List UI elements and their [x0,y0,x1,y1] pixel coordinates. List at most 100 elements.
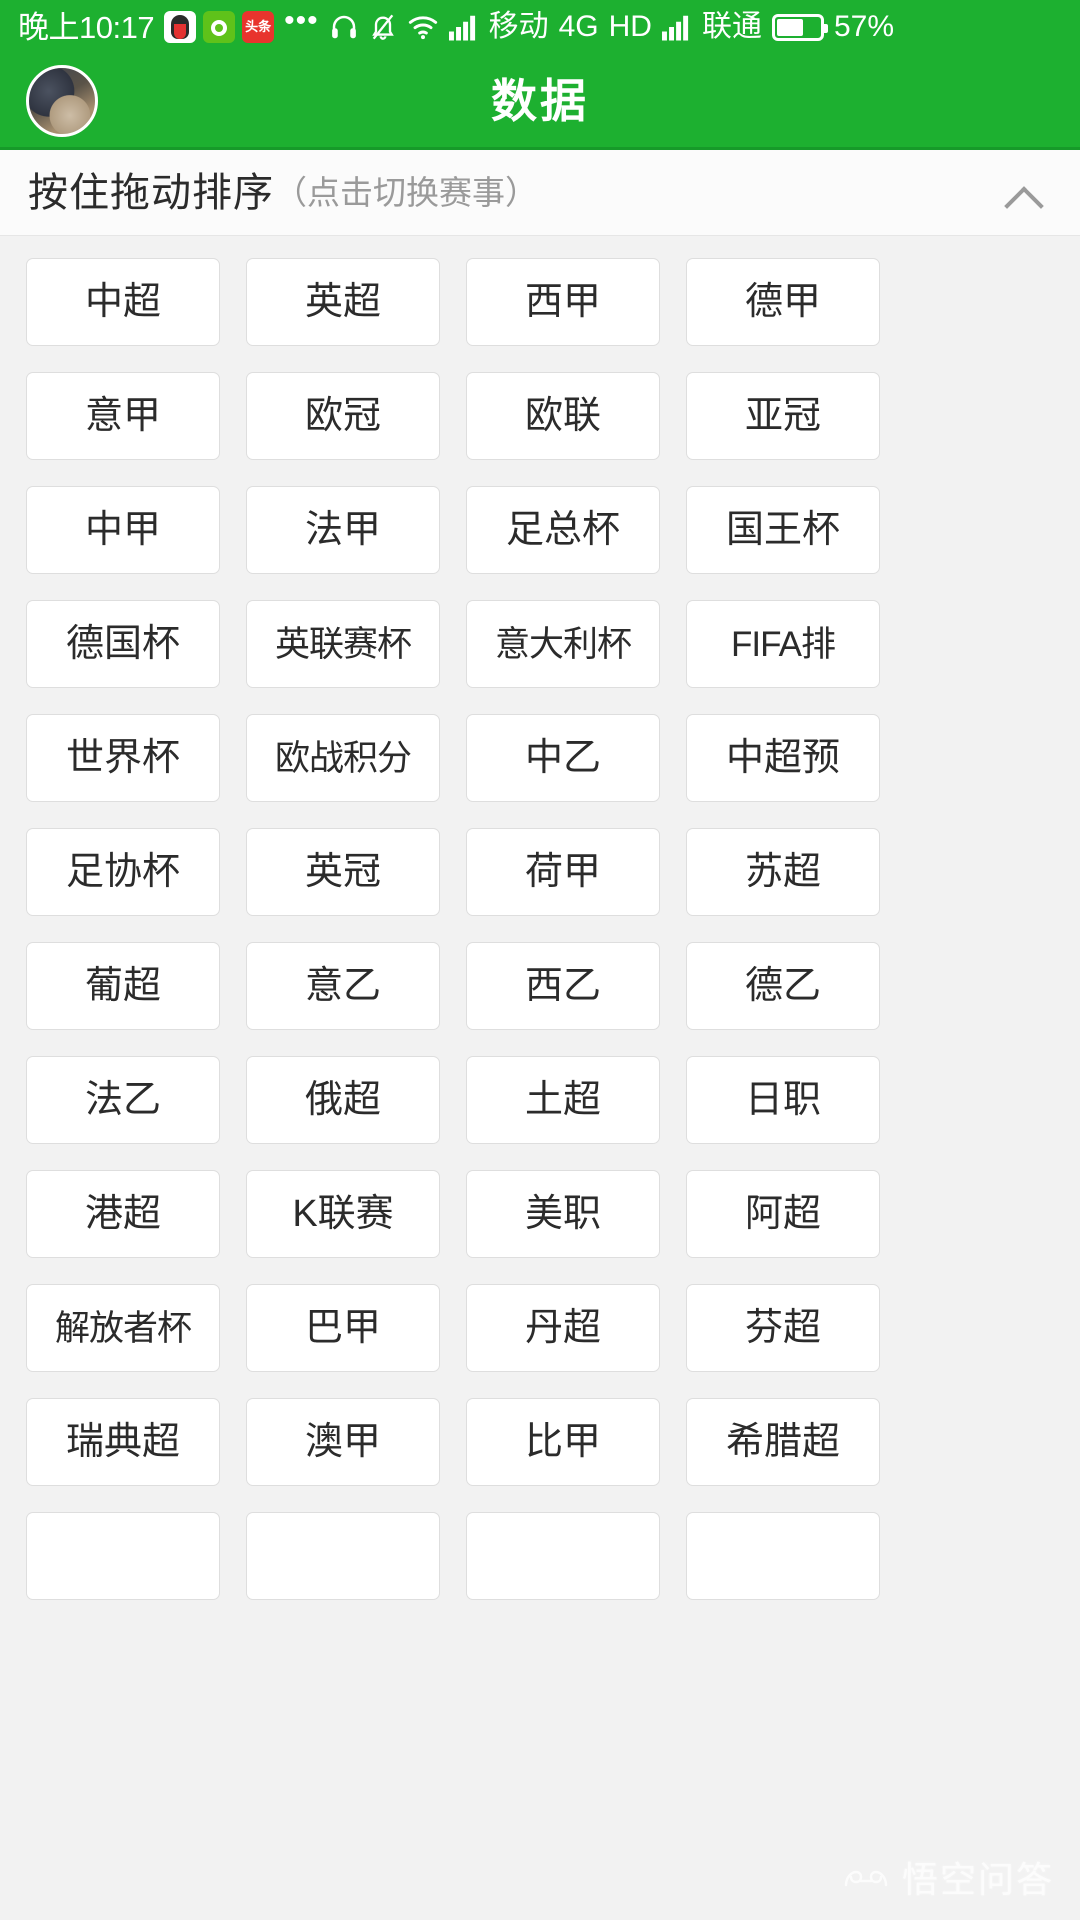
league-cell[interactable]: 土超 [466,1056,660,1144]
league-cell-label: 欧联 [524,395,601,437]
league-cell[interactable]: 中超预 [686,714,880,802]
league-cell[interactable]: 国王杯 [686,486,880,574]
league-cell[interactable]: 意大利杯 [466,600,660,688]
league-cell[interactable]: 法乙 [26,1056,220,1144]
sort-header-main-label: 按住拖动排序 [28,170,274,215]
league-cell[interactable]: 西乙 [466,942,660,1030]
league-cell[interactable]: 解放者杯 [26,1284,220,1372]
league-cell-label: 欧战积分 [274,738,412,778]
league-cell[interactable]: 荷甲 [466,828,660,916]
league-cell[interactable]: 英联赛杯 [246,600,440,688]
bell-muted-icon [369,10,397,44]
signal-bars-icon-2 [661,10,692,44]
league-cell[interactable]: FIFA排 [686,600,880,688]
sort-header[interactable]: 按住拖动排序 （点击切换赛事） [0,150,1080,236]
league-cell[interactable]: 欧联 [466,372,660,460]
league-cell-label: 中乙 [524,737,601,779]
league-cell[interactable]: 法甲 [246,486,440,574]
signal-bars-icon [448,10,479,44]
league-cell-label: 意甲 [84,395,161,437]
league-cell[interactable]: 瑞典超 [26,1398,220,1486]
league-cell[interactable]: 西甲 [466,258,660,346]
league-cell[interactable]: 意甲 [26,372,220,460]
league-cell-label: 英联赛杯 [274,624,412,664]
league-cell-label: 中超预 [725,737,840,779]
league-grid: 中超 英超 西甲 德甲意甲 欧冠 欧联 亚冠中甲 法甲 足总杯 国王杯德国杯 英联赛杯 意大利杯 FIF… [0,258,1080,1600]
league-cell-label: 西甲 [524,281,601,323]
league-cell-label: 葡超 [84,965,161,1007]
league-cell[interactable]: 澳甲 [246,1398,440,1486]
league-cell[interactable]: 德甲 [686,258,880,346]
league-cell[interactable]: 德乙 [686,942,880,1030]
league-cell-label: K联赛 [292,1193,394,1235]
battery-percent-label: 57% [833,10,895,43]
league-cell[interactable]: 巴甲 [246,1284,440,1372]
league-cell-label: 解放者杯 [54,1308,192,1348]
wechat-icon [203,11,236,43]
league-cell-label: 意乙 [304,965,381,1007]
league-cell-label: 巴甲 [304,1307,381,1349]
league-cell-label: 芬超 [744,1307,821,1349]
toutiao-icon: 头条 [242,11,275,43]
league-cell[interactable]: 足总杯 [466,486,660,574]
league-cell-label: 中甲 [84,509,161,551]
wukong-face-icon [842,1863,890,1897]
league-cell[interactable]: 中超 [26,258,220,346]
league-cell[interactable]: 英超 [246,258,440,346]
chevron-up-icon[interactable] [1004,180,1050,206]
league-cell[interactable]: K联赛 [246,1170,440,1258]
league-cell[interactable] [466,1512,660,1600]
league-cell-label: 荷甲 [524,851,601,893]
league-cell[interactable]: 亚冠 [686,372,880,460]
league-cell[interactable]: 美职 [466,1170,660,1258]
league-cell-label: 德乙 [744,965,821,1007]
league-cell[interactable] [26,1512,220,1600]
league-cell[interactable]: 比甲 [466,1398,660,1486]
league-cell[interactable]: 阿超 [686,1170,880,1258]
watermark-label: 悟空问答 [901,1859,1054,1900]
app-title-bar: 数据 [0,54,1080,150]
league-cell-label: 西乙 [524,965,601,1007]
status-bar-overflow-dots: ••• [284,4,319,37]
league-cell[interactable]: 足协杯 [26,828,220,916]
league-cell[interactable] [246,1512,440,1600]
league-cell[interactable]: 港超 [26,1170,220,1258]
league-cell-label: 中超 [84,281,161,323]
league-grid-container: 中超 英超 西甲 德甲意甲 欧冠 欧联 亚冠中甲 法甲 足总杯 国王杯德国杯 英联赛杯 意大利杯 FIF… [0,236,1080,1600]
hd-label: HD [608,10,652,43]
league-cell-label: 土超 [524,1079,601,1121]
league-cell[interactable]: 意乙 [246,942,440,1030]
league-cell-label: 法乙 [84,1079,161,1121]
league-cell-label: 澳甲 [304,1421,381,1463]
league-cell-label: 英冠 [304,851,381,893]
league-cell[interactable]: 英冠 [246,828,440,916]
league-cell[interactable]: 芬超 [686,1284,880,1372]
league-cell[interactable]: 中甲 [26,486,220,574]
avatar[interactable] [26,64,98,137]
headset-icon [329,10,359,44]
league-cell[interactable]: 欧冠 [246,372,440,460]
league-cell-label: 希腊超 [725,1421,840,1463]
league-cell[interactable]: 希腊超 [686,1398,880,1486]
league-cell[interactable]: 丹超 [466,1284,660,1372]
league-cell-label: 英超 [304,281,381,323]
status-bar-app-icons: 头条 [164,11,275,43]
league-cell[interactable]: 欧战积分 [246,714,440,802]
league-cell[interactable]: 苏超 [686,828,880,916]
league-cell[interactable]: 德国杯 [26,600,220,688]
league-cell[interactable]: 俄超 [246,1056,440,1144]
league-cell-label: 德国杯 [65,623,180,665]
league-cell[interactable]: 中乙 [466,714,660,802]
league-cell[interactable]: 葡超 [26,942,220,1030]
league-cell-label: 俄超 [304,1079,381,1121]
league-cell-label: FIFA排 [731,624,836,664]
league-cell[interactable]: 世界杯 [26,714,220,802]
wifi-icon [407,10,439,44]
watermark: 悟空问答 [842,1862,1054,1898]
league-cell-label: 德甲 [744,281,821,323]
league-cell-label: 丹超 [524,1307,601,1349]
qq-icon [164,11,197,43]
league-cell[interactable]: 日职 [686,1056,880,1144]
battery-fill [776,18,804,36]
league-cell[interactable] [686,1512,880,1600]
